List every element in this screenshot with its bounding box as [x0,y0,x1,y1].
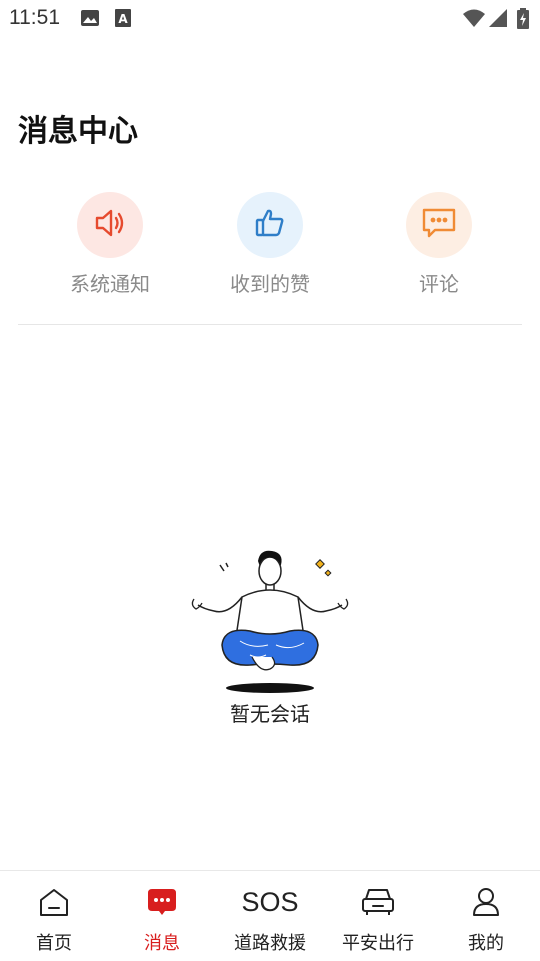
status-bar: 11:51 A [0,0,540,36]
empty-state-text: 暂无会话 [230,702,310,726]
system-notice-icon-bg [77,192,143,258]
empty-state: 暂无会话 [180,545,360,726]
tab-safe-travel[interactable]: 平安出行 [324,871,432,961]
tab-label: 我的 [468,933,504,954]
comments-icon-bg [406,192,472,258]
tab-label: 首页 [36,933,72,954]
font-a-icon: A [114,8,132,32]
sos-icon-text: SOS [241,886,299,917]
status-time: 11:51 [9,6,60,29]
home-icon [34,885,74,919]
category-label: 收到的赞 [230,272,310,296]
tab-label: 道路救援 [234,933,306,954]
car-icon [358,885,398,919]
thumbs-up-icon [253,206,287,244]
category-label: 评论 [419,272,459,296]
category-label: 系统通知 [70,272,150,296]
section-divider [18,324,522,325]
image-icon [80,8,100,32]
likes-icon-bg [237,192,303,258]
sos-icon: SOS [230,885,310,919]
wifi-icon [462,8,486,32]
category-comments[interactable]: 评论 [369,192,509,297]
tab-home[interactable]: 首页 [0,871,108,961]
tab-road-rescue[interactable]: SOS 道路救援 [216,871,324,961]
signal-icon [488,8,508,32]
bottom-tab-bar: 首页 消息 SOS 道路救援 平安出行 我的 [0,870,540,961]
category-likes[interactable]: 收到的赞 [200,192,340,297]
tab-label: 平安出行 [342,933,414,954]
battery-charging-icon [516,8,530,34]
speaker-icon [92,205,128,245]
tab-messages[interactable]: 消息 [108,871,216,961]
category-system-notice[interactable]: 系统通知 [40,192,180,297]
svg-text:A: A [118,12,128,26]
tab-mine[interactable]: 我的 [432,871,540,961]
message-icon [142,885,182,919]
tab-label: 消息 [144,933,180,954]
user-icon [466,885,506,919]
comment-icon [421,206,457,244]
page-title: 消息中心 [18,114,138,149]
